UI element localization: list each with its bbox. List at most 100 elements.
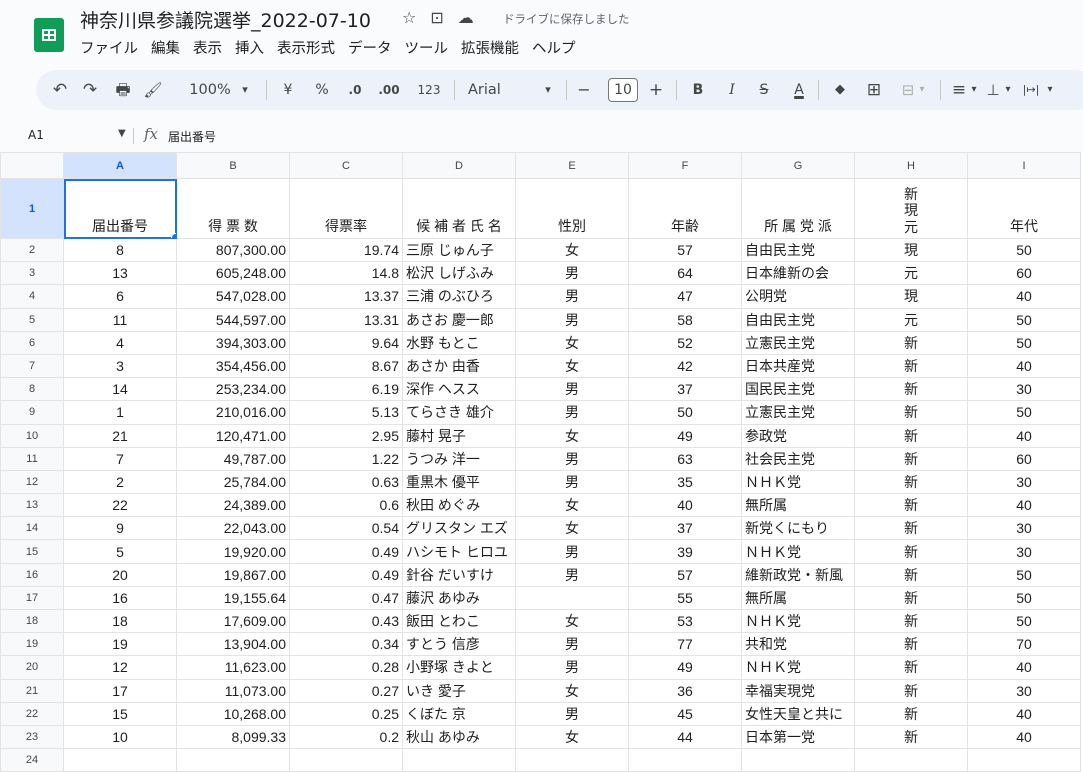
row-header[interactable]: 11 <box>0 446 64 471</box>
grid-cell[interactable] <box>289 748 403 772</box>
grid-cell[interactable]: 13 <box>63 261 177 286</box>
row-header[interactable]: 16 <box>0 562 64 587</box>
grid-cell[interactable]: 30 <box>967 377 1081 402</box>
grid-cell[interactable]: いき 愛子 <box>402 678 516 703</box>
grid-cell[interactable]: 0.47 <box>289 585 403 611</box>
menu-format[interactable]: 表示形式 <box>277 37 335 58</box>
grid-cell[interactable]: 0.43 <box>289 608 403 634</box>
grid-cell[interactable]: 13,904.00 <box>176 632 290 657</box>
strikethrough-button[interactable]: S <box>756 78 772 102</box>
grid-cell[interactable]: 36 <box>628 678 742 703</box>
grid-cell[interactable]: 4 <box>63 330 177 355</box>
sheets-logo-icon[interactable] <box>34 18 64 52</box>
grid-cell[interactable]: 女 <box>515 493 629 518</box>
grid-cell[interactable]: 17,609.00 <box>176 608 290 634</box>
grid-cell[interactable]: 女 <box>515 724 629 750</box>
grid-cell[interactable]: 男 <box>515 400 629 425</box>
grid-cell[interactable]: 19 <box>63 632 177 657</box>
grid-cell[interactable]: 現 <box>854 237 968 263</box>
grid-cell[interactable]: 無所属 <box>741 585 855 611</box>
save-status[interactable]: ドライブに保存しました <box>503 11 630 27</box>
grid-cell[interactable]: うつみ 洋一 <box>402 446 516 471</box>
font-caret-icon[interactable]: ▾ <box>541 78 555 102</box>
grid-cell[interactable] <box>967 748 1081 772</box>
grid-cell[interactable]: 女 <box>515 353 629 379</box>
more-formats-button[interactable]: 123 <box>416 78 442 102</box>
grid-cell[interactable]: 男 <box>515 701 629 726</box>
row-header[interactable]: 4 <box>0 284 64 309</box>
grid-cell[interactable]: 0.6 <box>289 493 403 518</box>
star-icon[interactable]: ☆ <box>402 8 416 27</box>
grid-cell[interactable]: 自由民主党 <box>741 237 855 263</box>
grid-cell[interactable]: 女 <box>515 237 629 263</box>
grid-cell[interactable]: 新 <box>854 493 968 518</box>
column-header-b[interactable]: B <box>176 152 290 179</box>
grid-cell[interactable]: 18 <box>63 608 177 634</box>
grid-cell[interactable]: 50 <box>628 400 742 425</box>
grid-cell[interactable]: 0.27 <box>289 678 403 703</box>
grid-cell[interactable]: 14.8 <box>289 261 403 286</box>
grid-cell[interactable]: 22 <box>63 493 177 518</box>
grid-cell[interactable]: 国民民主党 <box>741 377 855 402</box>
text-color-button[interactable]: A <box>788 78 810 102</box>
menu-tools[interactable]: ツール <box>405 37 449 58</box>
grid-cell[interactable]: 49 <box>628 655 742 680</box>
grid-cell[interactable]: 日本共産党 <box>741 353 855 379</box>
grid-cell[interactable]: 8,099.33 <box>176 724 290 750</box>
fill-handle[interactable] <box>171 233 176 238</box>
grid-cell[interactable]: 21 <box>63 423 177 448</box>
grid-cell[interactable]: 40 <box>628 493 742 518</box>
grid-cell[interactable]: 女 <box>515 516 629 541</box>
grid-cell[interactable]: 40 <box>967 353 1081 379</box>
grid-cell[interactable]: 50 <box>967 400 1081 425</box>
row-header[interactable]: 18 <box>0 608 64 634</box>
row-header[interactable]: 17 <box>0 585 64 611</box>
column-header-c[interactable]: C <box>289 152 403 179</box>
row-header[interactable]: 10 <box>0 423 64 448</box>
grid-cell[interactable]: 40 <box>967 423 1081 448</box>
grid-cell[interactable]: 0.25 <box>289 701 403 726</box>
column-header-i[interactable]: I <box>967 152 1081 179</box>
grid-cell[interactable]: 70 <box>967 632 1081 657</box>
grid-cell[interactable]: 0.49 <box>289 562 403 587</box>
grid-cell[interactable]: 17 <box>63 678 177 703</box>
grid-cell[interactable]: 40 <box>967 655 1081 680</box>
halign-caret-icon[interactable]: ▾ <box>968 78 980 102</box>
borders-icon[interactable]: ⊞ <box>864 78 884 102</box>
grid-cell[interactable]: 8.67 <box>289 353 403 379</box>
grid-cell[interactable]: 男 <box>515 284 629 309</box>
grid-cell[interactable]: 男 <box>515 632 629 657</box>
row-header[interactable]: 7 <box>0 353 64 379</box>
row-header[interactable]: 19 <box>0 632 64 657</box>
grid-cell[interactable]: 77 <box>628 632 742 657</box>
merge-cells-icon[interactable]: ⊟ <box>898 78 918 102</box>
vertical-align-icon[interactable]: ⊥ <box>984 78 1002 102</box>
grid-cell[interactable]: 19,920.00 <box>176 539 290 564</box>
grid-cell[interactable]: 得票率 <box>289 178 403 239</box>
undo-icon[interactable]: ↶ <box>50 78 70 102</box>
grid-cell[interactable]: 所 属 党 派 <box>741 178 855 239</box>
grid-cell[interactable]: 0.54 <box>289 516 403 541</box>
grid-cell[interactable]: 63 <box>628 446 742 471</box>
valign-caret-icon[interactable]: ▾ <box>1002 78 1014 102</box>
grid-cell[interactable]: 女 <box>515 608 629 634</box>
grid-cell[interactable]: 20 <box>63 562 177 587</box>
grid-cell[interactable]: 2 <box>63 469 177 495</box>
grid-cell[interactable]: 50 <box>967 608 1081 634</box>
grid-cell[interactable]: 42 <box>628 353 742 379</box>
zoom-caret-icon[interactable]: ▾ <box>238 78 252 102</box>
font-size-decrease-button[interactable]: − <box>576 78 592 102</box>
grid-cell[interactable]: ハシモト ヒロユ <box>402 539 516 564</box>
row-header[interactable]: 1 <box>0 178 64 239</box>
row-header[interactable]: 20 <box>0 655 64 680</box>
grid-cell[interactable] <box>628 748 742 772</box>
grid-cell[interactable]: 元 <box>854 261 968 286</box>
grid-cell[interactable]: 松沢 しげふみ <box>402 261 516 286</box>
row-header[interactable]: 22 <box>0 701 64 726</box>
grid-cell[interactable]: 25,784.00 <box>176 469 290 495</box>
menu-data[interactable]: データ <box>348 37 392 58</box>
grid-cell[interactable]: 30 <box>967 516 1081 541</box>
grid-cell[interactable]: 40 <box>967 724 1081 750</box>
print-icon[interactable]: 🖶 <box>112 78 134 102</box>
grid-cell[interactable]: すとう 信彦 <box>402 632 516 657</box>
